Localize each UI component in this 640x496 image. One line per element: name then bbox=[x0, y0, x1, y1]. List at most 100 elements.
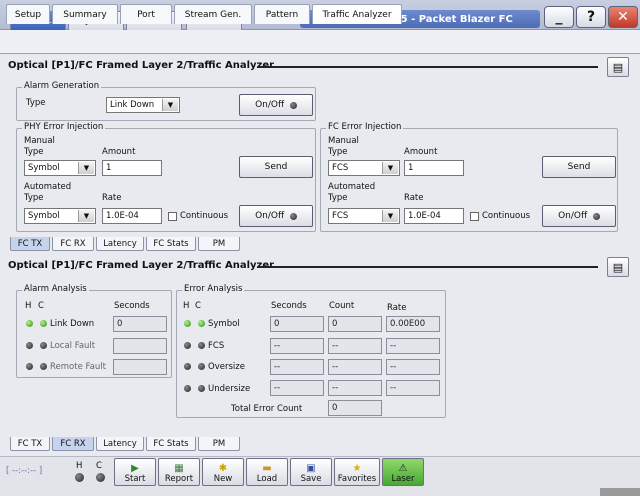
phy-amount-input[interactable]: 1 bbox=[102, 160, 162, 176]
bottom-tab-latency[interactable]: Latency bbox=[96, 437, 144, 451]
config-button[interactable]: ▤ bbox=[607, 257, 629, 277]
alarm-onoff-button[interactable]: On/Off bbox=[239, 94, 313, 116]
mid-tab-latency[interactable]: Latency bbox=[96, 237, 144, 251]
alarm-analysis-label: Alarm Analysis bbox=[22, 284, 89, 294]
tab-port[interactable]: Port bbox=[120, 4, 172, 24]
history-led-icon bbox=[26, 320, 33, 327]
mid-tab-pm[interactable]: PM bbox=[198, 237, 240, 251]
tab-summary[interactable]: Summary bbox=[52, 4, 118, 24]
status-led-icon bbox=[592, 212, 600, 220]
status-led-icon bbox=[289, 101, 297, 109]
error-name: Symbol bbox=[208, 319, 240, 329]
history-label: H bbox=[25, 301, 32, 311]
current-led-icon bbox=[197, 385, 205, 392]
tab-stream-gen[interactable]: Stream Gen. bbox=[174, 4, 252, 24]
divider bbox=[258, 266, 598, 268]
alarm-type-value: Link Down bbox=[110, 100, 155, 110]
chevron-down-icon: ▼ bbox=[382, 162, 398, 174]
bottom-tab-pm[interactable]: PM bbox=[198, 437, 240, 451]
fc-type-select[interactable]: FCS ▼ bbox=[328, 160, 400, 176]
mid-tab-fc-tx[interactable]: FC TX bbox=[10, 237, 50, 251]
error-count-value: 0 bbox=[328, 316, 382, 332]
fc-onoff-label: On/Off bbox=[558, 211, 588, 221]
phy-continuous-checkbox[interactable] bbox=[168, 212, 177, 221]
phy-auto-type-label: Type bbox=[24, 193, 44, 203]
fc-type-label: Type bbox=[328, 147, 348, 157]
favorites-button[interactable]: ★ Favorites bbox=[334, 458, 380, 486]
save-button[interactable]: ▣ Save bbox=[290, 458, 332, 486]
tab-pattern[interactable]: Pattern bbox=[254, 4, 310, 24]
fc-auto-type-label: Type bbox=[328, 193, 348, 203]
fc-continuous-label: Continuous bbox=[482, 211, 531, 221]
error-seconds-value: 0 bbox=[270, 316, 324, 332]
load-label: Load bbox=[256, 474, 278, 484]
phy-auto-type-select[interactable]: Symbol ▼ bbox=[24, 208, 96, 224]
global-status-leds bbox=[75, 473, 105, 485]
alarm-generation-label: Alarm Generation bbox=[22, 81, 102, 91]
fc-send-button[interactable]: Send bbox=[542, 156, 616, 178]
phy-send-button[interactable]: Send bbox=[239, 156, 313, 178]
tab-setup[interactable]: Setup bbox=[6, 4, 50, 24]
alarm-type-select[interactable]: Link Down ▼ bbox=[106, 97, 180, 113]
fc-error-label: FC Error Injection bbox=[326, 122, 404, 132]
current-label: C bbox=[96, 461, 102, 471]
minimize-icon: _ bbox=[555, 9, 563, 25]
fc-onoff-button[interactable]: On/Off bbox=[542, 205, 616, 227]
mid-tab-fc-rx[interactable]: FC RX bbox=[52, 237, 94, 251]
alarm-row-local-fault bbox=[26, 342, 47, 352]
error-name: FCS bbox=[208, 341, 225, 351]
fc-rate-input[interactable]: 1.0E-04 bbox=[404, 208, 464, 224]
total-error-count-value: 0 bbox=[328, 400, 382, 416]
chevron-down-icon: ▼ bbox=[78, 162, 94, 174]
fc-automated-label: Automated bbox=[328, 182, 376, 192]
chevron-down-icon: ▼ bbox=[162, 99, 178, 111]
tab-traffic-analyzer[interactable]: Traffic Analyzer bbox=[312, 4, 402, 24]
error-rate-value: -- bbox=[386, 380, 440, 396]
phy-onoff-button[interactable]: On/Off bbox=[239, 205, 313, 227]
load-button[interactable]: ▬ Load bbox=[246, 458, 288, 486]
fc-auto-type-select[interactable]: FCS ▼ bbox=[328, 208, 400, 224]
alarm-name: Local Fault bbox=[50, 341, 96, 351]
error-count-value: -- bbox=[328, 338, 382, 354]
config-button[interactable]: ▤ bbox=[607, 57, 629, 77]
status-led-icon bbox=[289, 212, 297, 220]
report-button[interactable]: ▦ Report bbox=[158, 458, 200, 486]
close-button[interactable]: ✕ bbox=[608, 6, 638, 28]
help-button[interactable]: ? bbox=[576, 6, 606, 28]
fc-continuous-checkbox[interactable] bbox=[470, 212, 479, 221]
phy-automated-label: Automated bbox=[24, 182, 72, 192]
history-label: H bbox=[183, 301, 190, 311]
alarm-row-link-down bbox=[26, 320, 47, 330]
history-led-icon bbox=[184, 385, 191, 392]
current-led-icon bbox=[95, 473, 105, 482]
error-seconds-value: -- bbox=[270, 338, 324, 354]
alarm-seconds-value bbox=[113, 338, 167, 354]
history-led-icon bbox=[184, 363, 191, 370]
current-led-icon bbox=[197, 320, 205, 327]
new-button[interactable]: ✱ New bbox=[202, 458, 244, 486]
history-led-icon bbox=[184, 320, 191, 327]
phy-onoff-label: On/Off bbox=[255, 211, 285, 221]
error-rate-value: -- bbox=[386, 338, 440, 354]
laser-label: Laser bbox=[391, 474, 415, 484]
fc-amount-input[interactable]: 1 bbox=[404, 160, 464, 176]
config-icon: ▤ bbox=[612, 260, 624, 274]
history-led-icon bbox=[184, 342, 191, 349]
laser-button[interactable]: ⚠ Laser bbox=[382, 458, 424, 486]
bottom-tab-fc-stats[interactable]: FC Stats bbox=[146, 437, 196, 451]
mid-tab-fc-stats[interactable]: FC Stats bbox=[146, 237, 196, 251]
test-timer: [ --:--:-- ] bbox=[6, 466, 43, 476]
corner-decoration bbox=[600, 488, 640, 496]
phy-rate-input[interactable]: 1.0E-04 bbox=[102, 208, 162, 224]
minimize-button[interactable]: _ bbox=[544, 6, 574, 28]
bottom-tab-fc-rx[interactable]: FC RX bbox=[52, 437, 94, 451]
close-icon: ✕ bbox=[617, 9, 629, 25]
current-led-icon bbox=[39, 363, 47, 370]
error-seconds-header: Seconds bbox=[271, 301, 307, 311]
bottom-tab-fc-tx[interactable]: FC TX bbox=[10, 437, 50, 451]
phy-type-select[interactable]: Symbol ▼ bbox=[24, 160, 96, 176]
history-led-icon bbox=[75, 473, 84, 482]
new-file-icon: ✱ bbox=[218, 463, 228, 474]
error-count-header: Count bbox=[329, 301, 355, 311]
start-button[interactable]: ▶ Start bbox=[114, 458, 156, 486]
